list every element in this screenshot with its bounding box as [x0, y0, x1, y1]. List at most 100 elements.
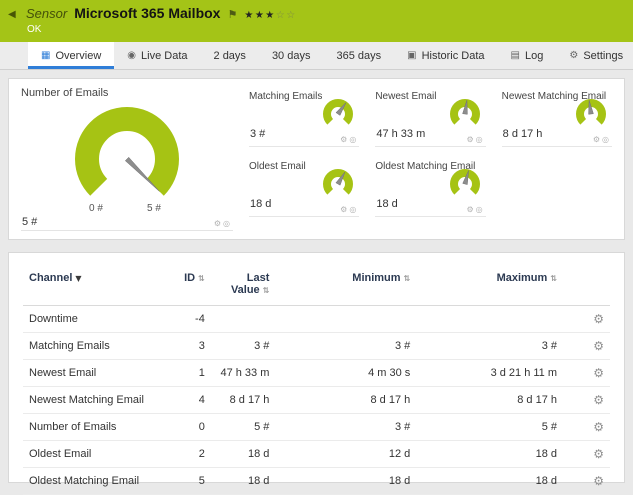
channel-settings-wrench-icon[interactable]: ⚙ [593, 393, 604, 407]
sensor-header: ◀ Sensor Microsoft 365 Mailbox ⚑ ★★★☆☆ O… [0, 0, 633, 42]
gauge-pin-icon[interactable]: ◎ [223, 219, 232, 228]
star-empty-icon[interactable]: ☆ [286, 10, 296, 21]
gauge-settings-icon[interactable]: ⚙ [340, 135, 349, 144]
channel-id: -4 [163, 305, 211, 333]
back-icon[interactable]: ◀ [8, 9, 16, 20]
object-kind-label: Sensor [26, 6, 68, 21]
channel-last-value: 18 d [210, 467, 276, 495]
gauge-pin-icon[interactable]: ◎ [602, 135, 611, 144]
channel-name[interactable]: Number of Emails [23, 413, 164, 441]
channel-last-value: 8 d 17 h [210, 386, 276, 414]
gauge-scale-min: 0 # [89, 203, 103, 214]
sort-both-icon: ⇅ [262, 286, 270, 295]
channel-last-value: 47 h 33 m [210, 359, 276, 387]
gauge-newest-email: Newest Email 47 h 33 m ⚙◎ [375, 91, 486, 147]
tab-label: 2 days [213, 49, 246, 62]
gauge-dial [42, 107, 212, 210]
channel-minimum: 8 d 17 h [275, 386, 417, 414]
sort-both-icon: ⇅ [403, 274, 411, 283]
channel-row-newest-matching-email[interactable]: Newest Matching Email 4 8 d 17 h8 d 17 h8 … [23, 386, 610, 414]
channel-minimum [275, 305, 417, 333]
channel-actions-cell: ⚙ [563, 359, 610, 387]
tab-log[interactable]: ▤ Log [498, 42, 557, 69]
star-filled-icon[interactable]: ★ [244, 10, 254, 21]
channel-name[interactable]: Oldest Matching Email [23, 467, 164, 495]
gauge-oldest-matching-email: Oldest Matching Email 18 d ⚙◎ [375, 161, 486, 217]
channel-row-matching-emails[interactable]: Matching Emails 3 3 #3 #3 # ⚙ [23, 332, 610, 360]
channel-name[interactable]: Matching Emails [23, 332, 164, 360]
table-header-row: Channel ▼ ID ⇅ Last Value ⇅ Minimum ⇅ Maximum ⇅ [23, 269, 610, 306]
status-badge: OK [27, 24, 42, 35]
channel-name[interactable]: Downtime [23, 305, 164, 333]
gauge-value: 18 d [250, 198, 272, 210]
channel-last-value: 5 # [210, 413, 276, 441]
gauge-settings-icon[interactable]: ⚙ [467, 135, 476, 144]
column-header-channel[interactable]: Channel ▼ [23, 269, 164, 306]
gauge-pin-icon[interactable]: ◎ [476, 135, 485, 144]
gauge-scale-max: 5 # [147, 203, 161, 214]
column-label: Minimum [352, 272, 401, 284]
channel-settings-wrench-icon[interactable]: ⚙ [593, 339, 604, 353]
gauge-corner-icons: ⚙◎ [467, 135, 485, 144]
channel-row-oldest-matching-email[interactable]: Oldest Matching Email 5 18 d 18 d 18 d ⚙ [23, 467, 610, 495]
channel-name[interactable]: Oldest Email [23, 440, 164, 468]
tab-historic-data[interactable]: ▣ Historic Data [394, 42, 497, 69]
column-label: ID [184, 272, 196, 284]
column-header-maximum[interactable]: Maximum ⇅ [416, 269, 564, 306]
channel-actions-cell: ⚙ [563, 305, 610, 333]
gauge-pin-icon[interactable]: ◎ [349, 135, 358, 144]
channel-row-number-of-emails[interactable]: Number of Emails 0 5 #3 #5 # ⚙ [23, 413, 610, 441]
channel-name[interactable]: Newest Matching Email [23, 386, 164, 414]
gauge-pin-icon[interactable]: ◎ [476, 205, 485, 214]
gauge-settings-icon[interactable]: ⚙ [467, 205, 476, 214]
tab-2-days[interactable]: 2 days [201, 42, 259, 69]
flag-icon[interactable]: ⚑ [227, 8, 237, 21]
star-filled-icon[interactable]: ★ [255, 10, 265, 21]
column-header-last-value[interactable]: Last Value ⇅ [210, 269, 276, 306]
channel-maximum: 8 d 17 h [416, 386, 564, 414]
tab-label: Historic Data [421, 49, 485, 62]
channel-id: 5 [163, 467, 211, 495]
gauge-value: 5 # [22, 216, 38, 228]
gauge-dial [446, 168, 484, 203]
gauge-title: Number of Emails [21, 87, 109, 99]
channel-row-downtime[interactable]: Downtime -4 ⚙ [23, 305, 610, 333]
channel-name[interactable]: Newest Email [23, 359, 164, 387]
gauge-settings-icon[interactable]: ⚙ [593, 135, 602, 144]
overview-panel: Number of Emails 0 # 5 # 5 # ⚙◎ Matching… [8, 78, 625, 240]
tab-label: Live Data [141, 49, 188, 62]
channel-minimum: 12 d [275, 440, 417, 468]
tab-365-days[interactable]: 365 days [323, 42, 394, 69]
tab-overview[interactable]: ▦ Overview [28, 42, 115, 69]
channel-table-body: Downtime -4 ⚙ Matching Emails 3 3 #3 #3 # ⚙ New… [23, 305, 610, 495]
gauge-value: 8 d 17 h [502, 128, 543, 140]
channel-maximum [416, 305, 564, 333]
priority-stars[interactable]: ★★★☆☆ [244, 10, 296, 21]
channel-settings-wrench-icon[interactable]: ⚙ [593, 312, 604, 326]
channel-settings-wrench-icon[interactable]: ⚙ [593, 474, 604, 488]
gauge-corner-icons: ⚙◎ [340, 135, 358, 144]
tab-label: Settings [583, 49, 624, 62]
gauge-settings-icon[interactable]: ⚙ [340, 205, 349, 214]
tab-30-days[interactable]: 30 days [259, 42, 324, 69]
channel-actions-cell: ⚙ [563, 332, 610, 360]
tab-settings[interactable]: ⚙ Settings [556, 42, 633, 69]
column-header-id[interactable]: ID ⇅ [163, 269, 211, 306]
tab-label: 30 days [271, 49, 311, 62]
channel-settings-wrench-icon[interactable]: ⚙ [593, 366, 604, 380]
gauge-settings-icon[interactable]: ⚙ [214, 219, 223, 228]
channel-settings-wrench-icon[interactable]: ⚙ [593, 420, 604, 434]
channel-row-oldest-email[interactable]: Oldest Email 2 18 d 12 d 18 d ⚙ [23, 440, 610, 468]
channel-id: 4 [163, 386, 211, 414]
sort-both-icon: ⇅ [550, 274, 558, 283]
column-header-minimum[interactable]: Minimum ⇅ [275, 269, 417, 306]
tab-live-data[interactable]: ◉ Live Data [114, 42, 200, 69]
star-empty-icon[interactable]: ☆ [276, 10, 286, 21]
channel-settings-wrench-icon[interactable]: ⚙ [593, 447, 604, 461]
channel-maximum: 3 # [416, 332, 564, 360]
channel-row-newest-email[interactable]: Newest Email 1 47 h 33 m4 m 30 s3 d 21 h 1… [23, 359, 610, 387]
gauge-pin-icon[interactable]: ◎ [349, 205, 358, 214]
star-filled-icon[interactable]: ★ [265, 10, 275, 21]
channel-minimum: 4 m 30 s [275, 359, 417, 387]
main-gauge-number-of-emails: Number of Emails 0 # 5 # 5 # ⚙◎ [21, 87, 233, 231]
